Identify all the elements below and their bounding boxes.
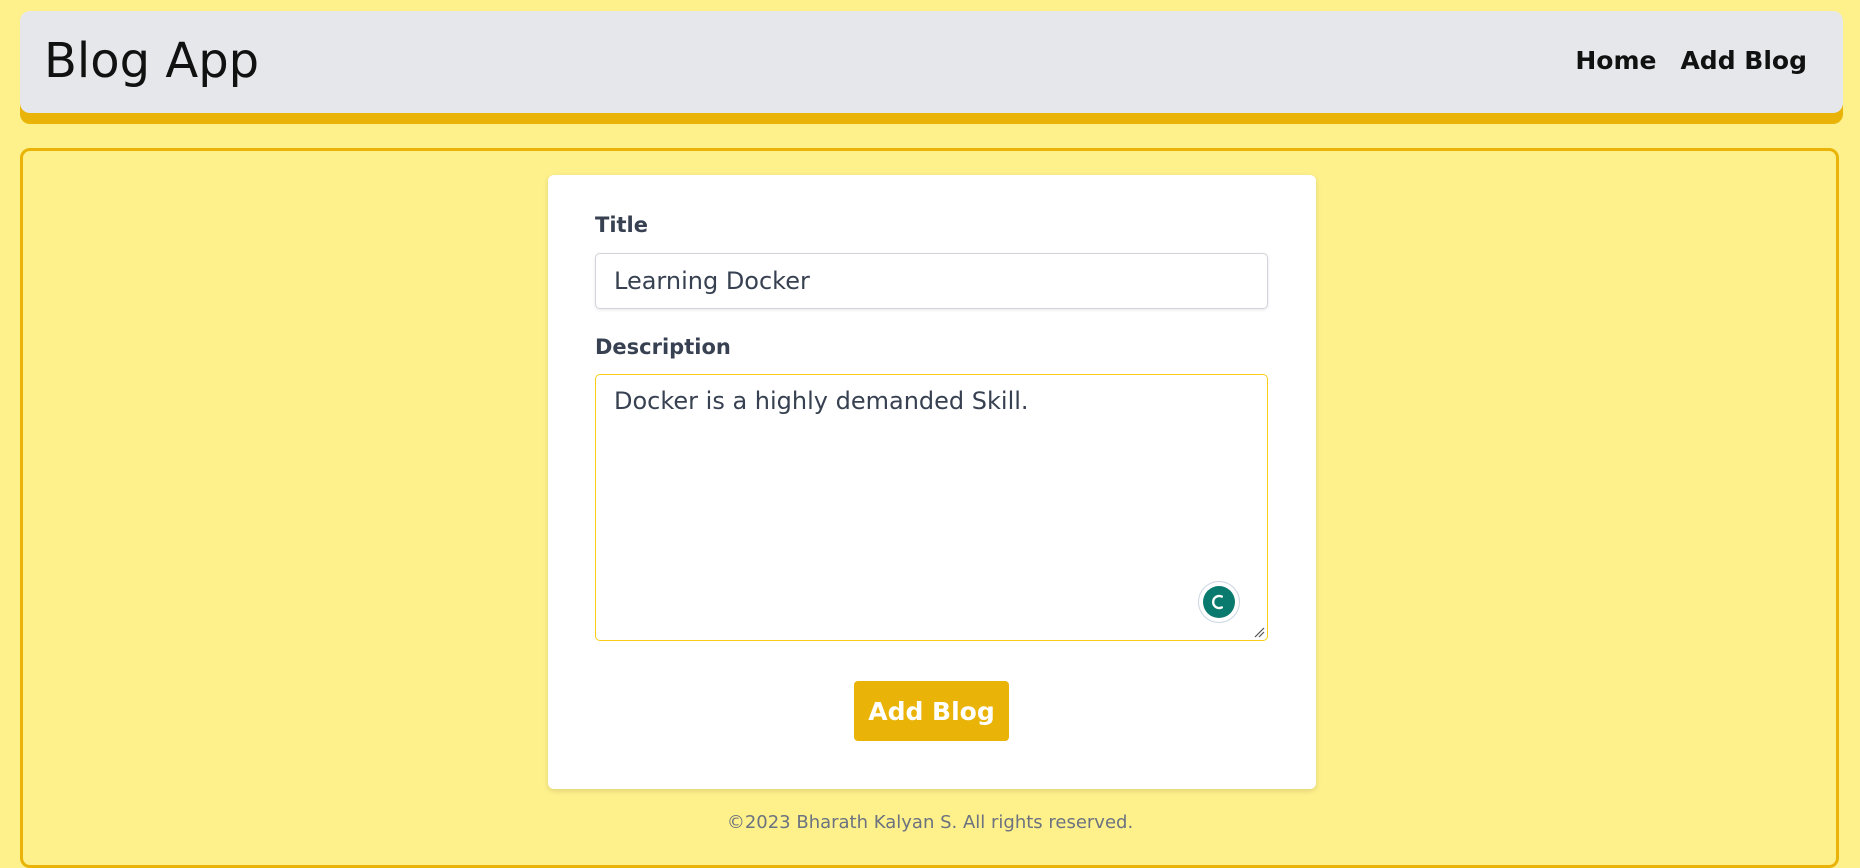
nav-add-blog-link[interactable]: Add Blog [1680,46,1807,75]
resize-handle-icon[interactable] [1253,626,1265,638]
grammar-assistant-icon[interactable] [1198,581,1240,623]
title-input[interactable] [595,253,1268,309]
nav-home-link[interactable]: Home [1575,46,1656,75]
brand-title: Blog App [44,33,260,89]
add-blog-button[interactable]: Add Blog [854,681,1009,741]
title-label: Title [595,213,649,237]
main-nav: Home Add Blog [1575,46,1807,75]
footer-copyright: ©2023 Bharath Kalyan S. All rights reser… [726,812,1134,833]
description-textarea[interactable]: Docker is a highly demanded Skill. [595,374,1268,641]
add-blog-form: Title Description Docker is a highly dem… [548,175,1316,789]
description-label: Description [595,335,731,359]
app-header: Blog App Home Add Blog [20,11,1843,113]
grammar-assistant-dot [1203,586,1235,618]
description-field-wrapper: Docker is a highly demanded Skill. [595,374,1268,641]
